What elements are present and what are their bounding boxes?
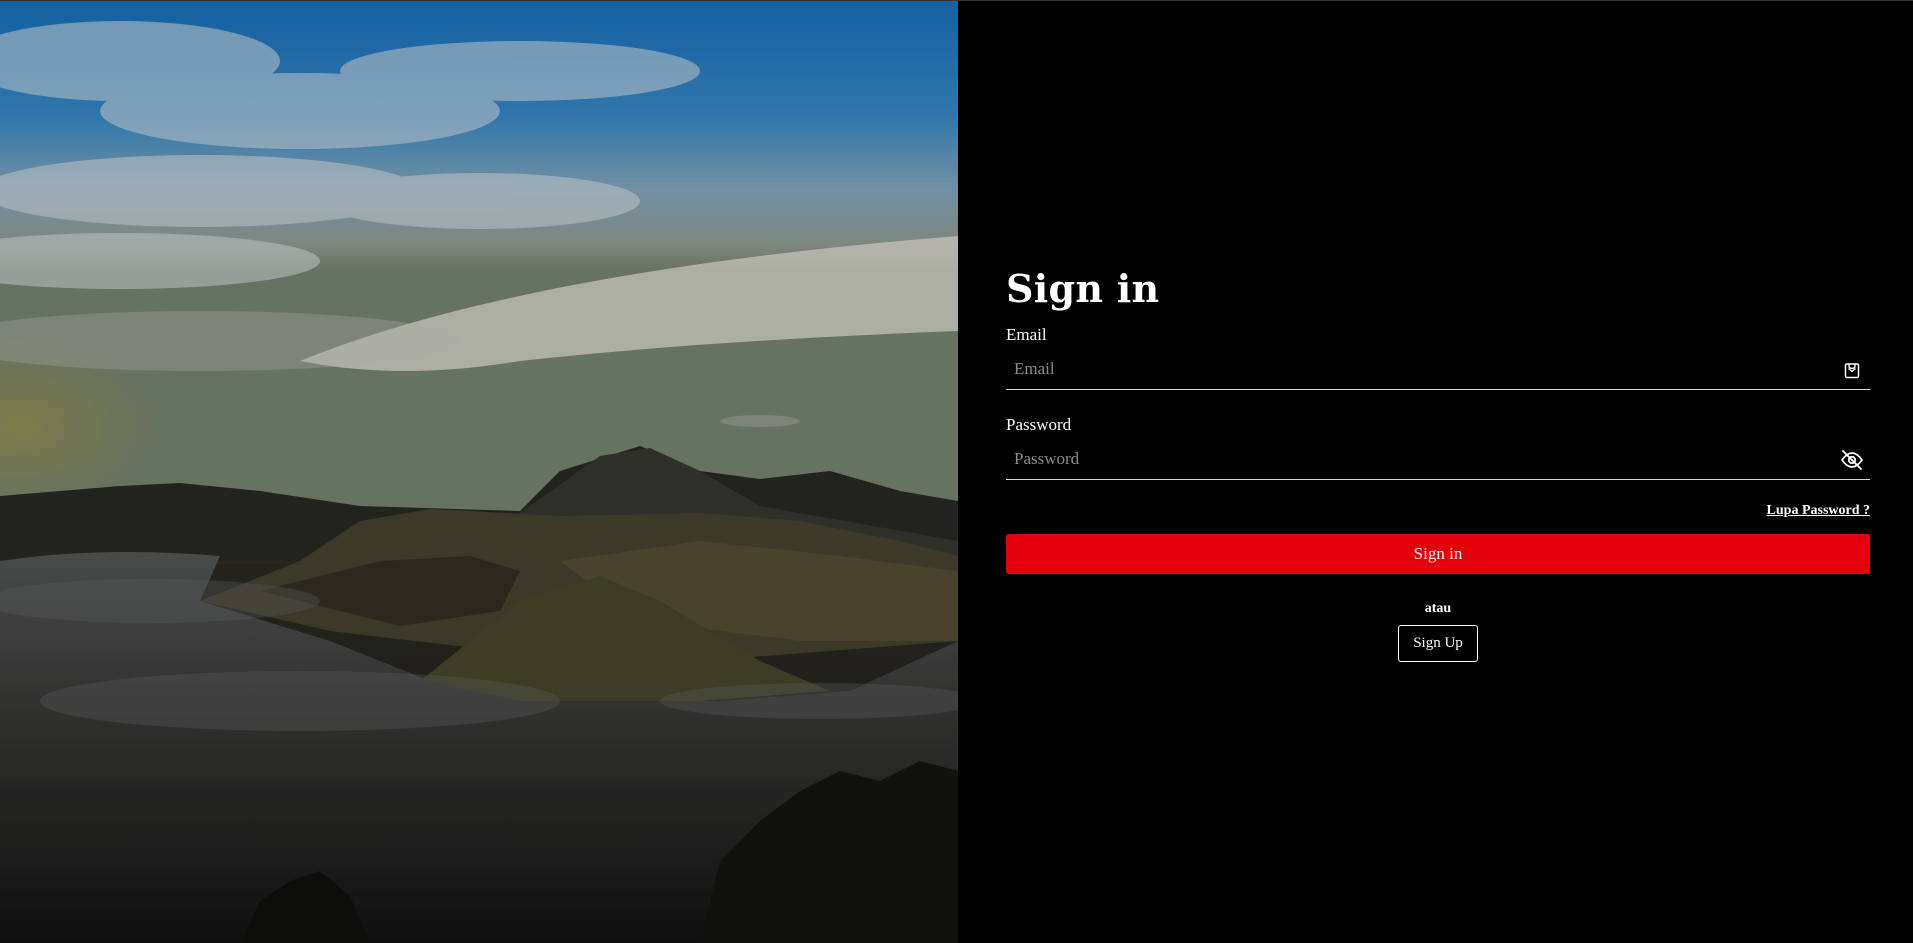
email-label: Email — [1006, 325, 1047, 344]
password-field[interactable] — [1006, 441, 1870, 477]
forgot-row: Lupa Password ? — [1006, 499, 1870, 519]
login-page: Sign in Email Password — [0, 0, 1913, 943]
signup-wrapper: Sign Up — [1006, 625, 1870, 662]
password-label: Password — [1006, 415, 1072, 434]
email-field[interactable] — [1006, 351, 1870, 387]
or-separator: atau — [1424, 601, 1452, 616]
signin-button[interactable]: Sign in — [1006, 534, 1870, 574]
signin-form: Sign in Email Password — [1006, 266, 1870, 662]
mountain-landscape-illustration — [0, 1, 958, 943]
password-field-wrapper — [1006, 441, 1870, 480]
signup-button[interactable]: Sign Up — [1398, 625, 1478, 662]
hero-image — [0, 1, 958, 943]
mail-icon — [1840, 358, 1864, 382]
eye-off-icon[interactable] — [1840, 448, 1864, 472]
signin-panel: Sign in Email Password — [958, 1, 1913, 943]
forgot-password-link[interactable]: Lupa Password ? — [1767, 503, 1870, 518]
email-field-wrapper — [1006, 351, 1870, 390]
page-title: Sign in — [1006, 266, 1160, 311]
